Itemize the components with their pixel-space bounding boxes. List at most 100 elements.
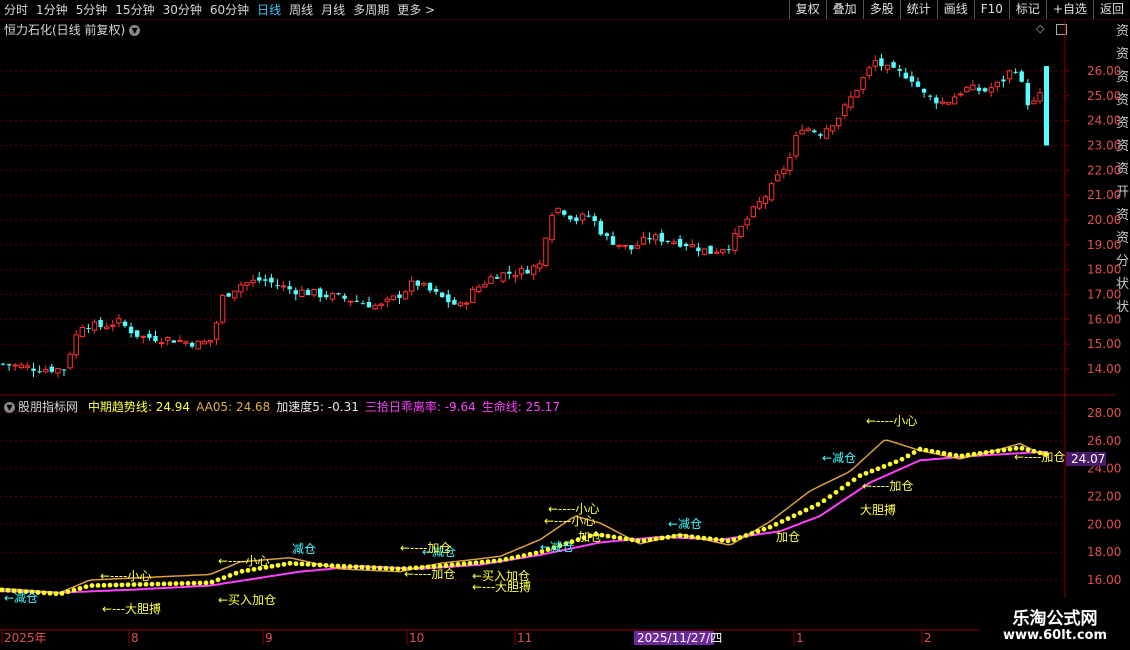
toolbar-button-5[interactable]: F10 [973,0,1009,19]
candle-body [390,295,397,301]
chevron-down-icon[interactable]: ▼ [4,402,15,413]
candle [976,84,982,95]
trend-dot [881,464,887,469]
toolbar-button-8[interactable]: 返回 [1092,0,1130,19]
candle [793,131,799,160]
date-tick-label: 1 [796,631,804,645]
chevron-down-icon[interactable]: ▼ [129,25,141,36]
period-tab-5[interactable]: 60分钟 [210,1,249,18]
candle [91,319,98,334]
period-tab-8[interactable]: 月线 [321,1,345,18]
period-tab-2[interactable]: 5分钟 [76,1,108,18]
candle [836,117,842,130]
last-candle-body [1044,66,1049,146]
candle-body [86,328,91,330]
candle [604,232,610,241]
logo-text: 乐淘公式网 [1012,609,1098,629]
trend-dot [635,538,641,544]
candle [98,317,103,330]
date-highlight-label: 2025/11/27/四 [637,631,722,645]
candle-body [689,244,695,248]
signal-annotation: ←---大胆搏 [472,580,531,594]
trend-dot [617,535,623,541]
trend-dot [845,481,851,487]
candle-body [463,302,470,305]
trend-dot [971,451,977,457]
trend-dot [563,541,569,547]
candle [73,330,79,359]
candle [305,287,311,296]
candle-body [232,290,238,299]
candle [818,132,823,139]
trend-dot [485,559,491,565]
candle [177,335,183,342]
candle [684,242,689,251]
trend-dot [833,489,839,495]
period-tab-3[interactable]: 15分钟 [115,1,154,18]
candle-body [0,363,6,365]
candle [762,194,769,210]
diamond-icon[interactable]: ◇ [1036,22,1044,35]
candle [842,102,848,119]
candle [525,265,530,274]
trend-dot [653,536,659,542]
candle [866,65,872,80]
period-tab-7[interactable]: 周线 [289,1,313,18]
candle [336,292,341,296]
candle-body [854,89,860,98]
candle-body [1006,70,1013,80]
candle-body [744,218,750,226]
toolbar-button-7[interactable]: +自选 [1045,0,1093,19]
toolbar-button-1[interactable]: 叠加 [825,0,863,19]
candle [110,319,116,332]
trend-dot [731,537,737,543]
toolbar-button-6[interactable]: 标记 [1008,0,1046,19]
trend-dot [71,587,77,593]
candle-body [366,302,372,308]
candle [12,363,18,371]
candle [135,330,140,340]
candle [701,248,708,256]
candle-body [153,336,158,342]
toolbar-button-0[interactable]: 复权 [788,0,826,19]
toolbar-button-3[interactable]: 统计 [899,0,937,19]
candle-body [879,58,884,67]
period-tab-0[interactable]: 分时 [4,1,28,18]
current-value-box [1066,452,1106,466]
candle [671,238,677,245]
trend-dot [221,575,227,581]
date-tick-label: 10 [409,631,424,645]
trend-dot [809,504,815,510]
candle [543,237,549,268]
candle-body [549,214,555,241]
window-restore-icon[interactable] [1055,23,1067,35]
trend-dot [761,526,767,532]
candle-body [1019,71,1024,82]
toolbar-button-2[interactable]: 多股 [862,0,900,19]
candle-body [921,88,927,93]
candle [708,245,713,254]
candle [470,286,476,303]
period-tab-1[interactable]: 1分钟 [36,1,68,18]
candle-body [470,288,476,303]
candle-body [446,294,451,303]
trend-dot [239,568,245,574]
candle [592,213,597,227]
period-tab-6[interactable]: 日线 [257,1,281,18]
trend-dot [977,450,983,456]
candle [1037,87,1043,104]
indicator-tick-label: 22.00 [1087,490,1121,504]
candle [476,283,482,294]
period-tab-9[interactable]: 多周期 [353,1,389,18]
candle-body [55,368,61,374]
period-tab-4[interactable]: 30分钟 [163,1,202,18]
candle [555,207,561,215]
toolbar-button-4[interactable]: 画线 [936,0,974,19]
candle [213,320,220,345]
candle [440,291,445,298]
candle-body [976,87,982,91]
trend-dot [59,591,65,596]
trend-dot [29,589,35,595]
period-tab-10[interactable]: 更多 > [397,1,435,18]
trend-dot [521,553,527,558]
